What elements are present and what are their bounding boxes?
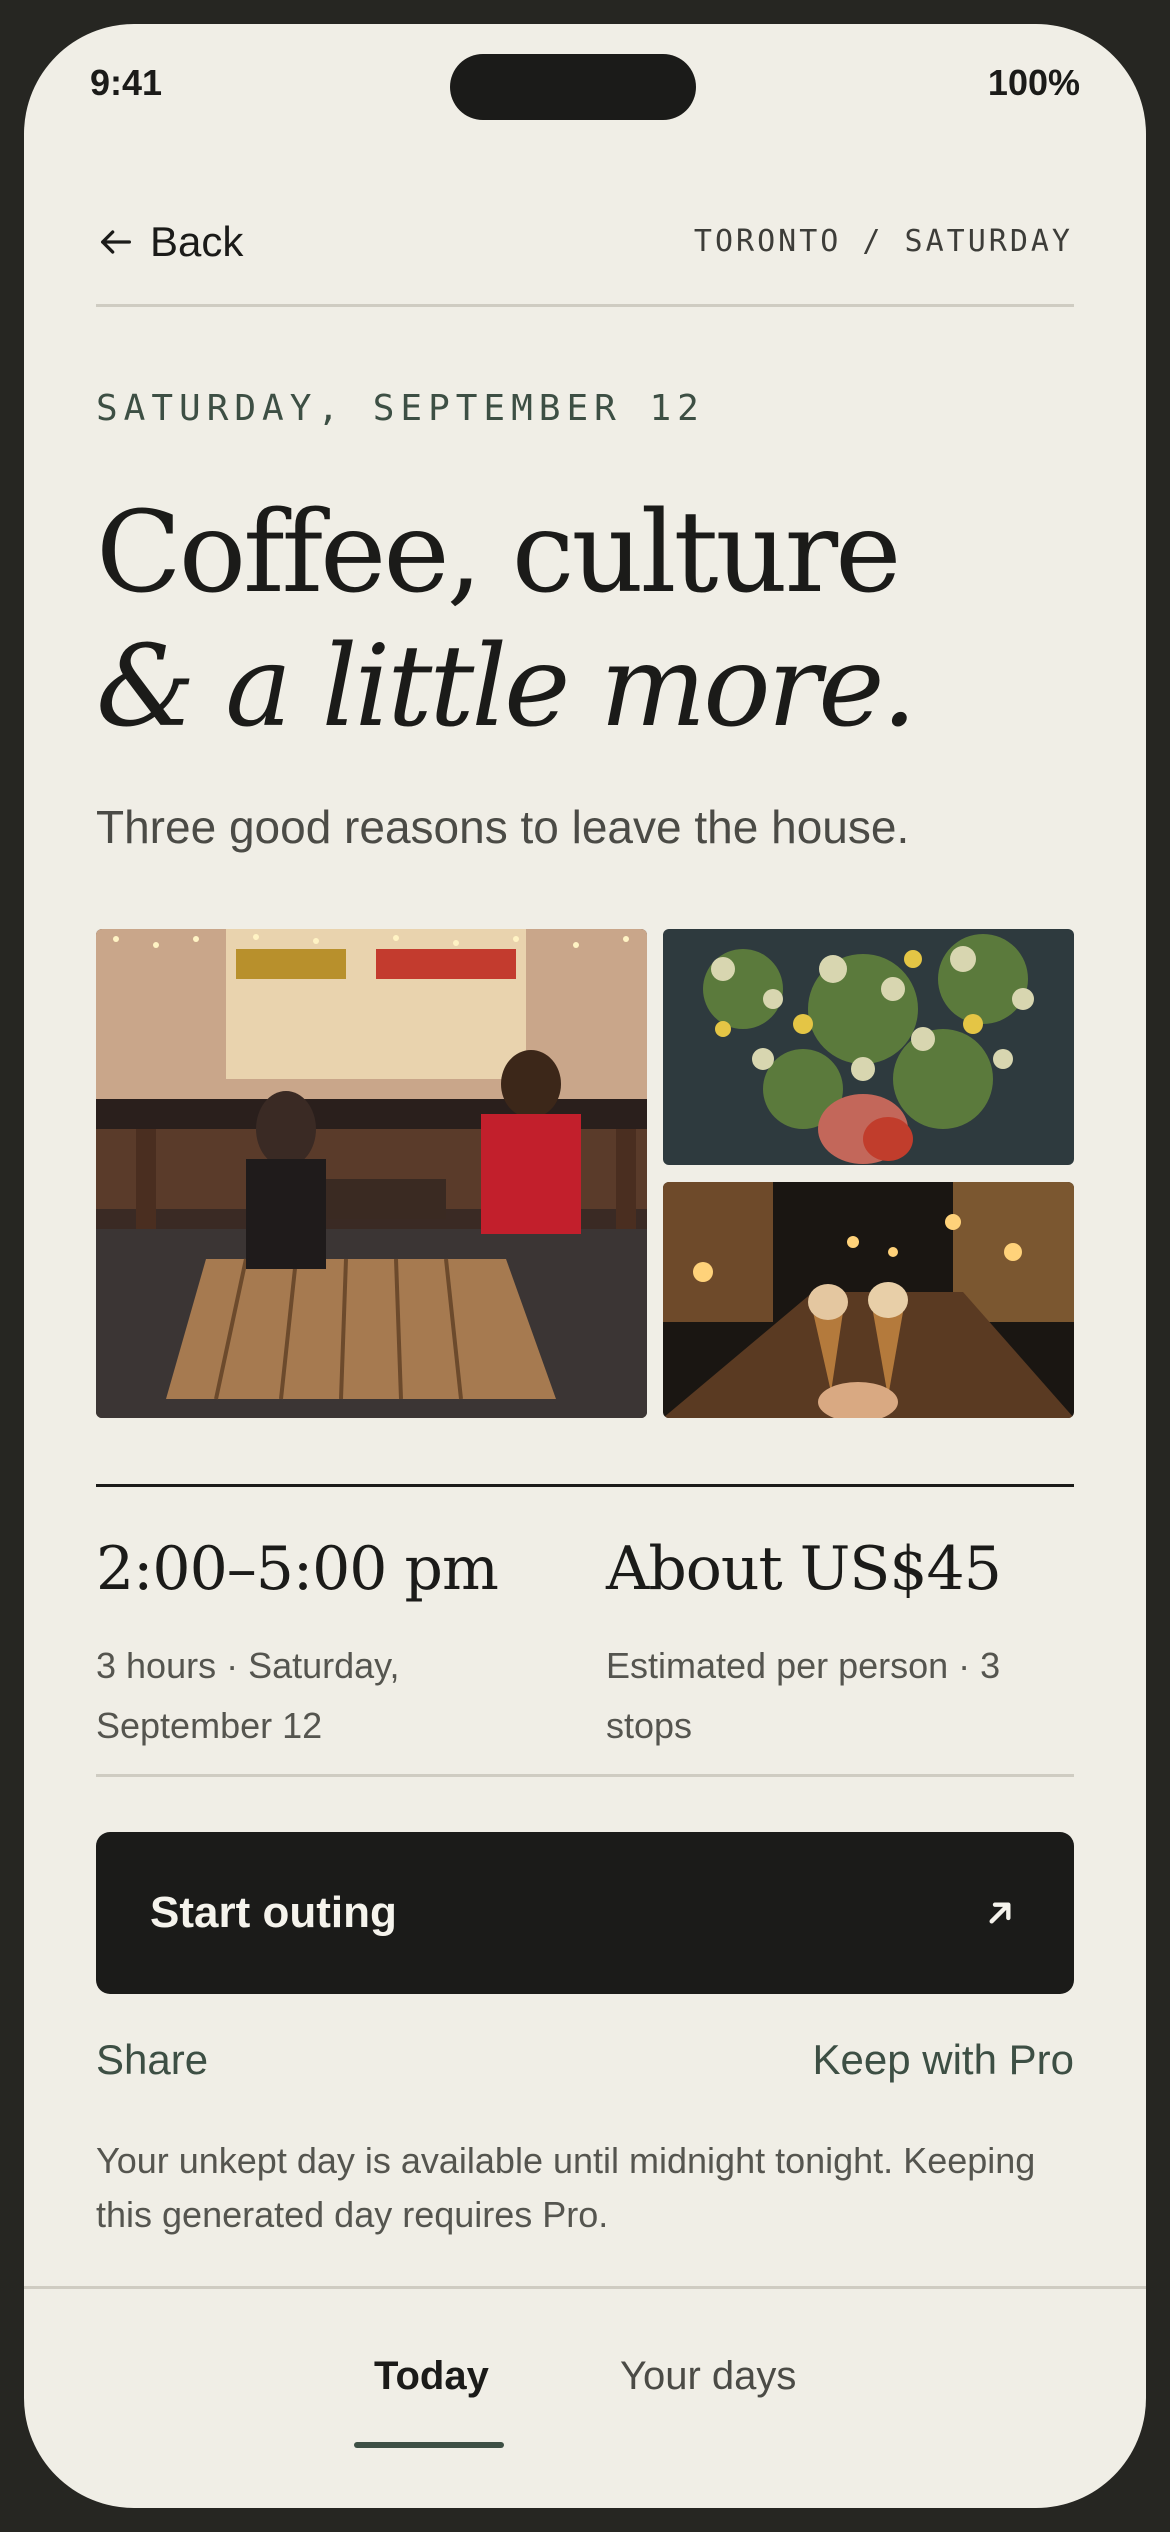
pro-note: Your unkept day is available until midni…: [96, 2140, 1036, 2235]
start-outing-label: Start outing: [150, 1888, 397, 1937]
floral-painting-photo: [663, 929, 1074, 1165]
arrow-up-right-icon: [989, 1902, 1011, 1924]
cost-heading: About US$45: [606, 1534, 1002, 1604]
ice-cream-street-photo: [663, 1182, 1074, 1418]
share-button[interactable]: Share: [96, 2036, 208, 2084]
cafe-patio-photo: [96, 929, 647, 1418]
header-divider: [96, 304, 1074, 307]
time-detail: 3 hours · Saturday, September 12: [96, 1645, 400, 1746]
tab-selected-indicator: [354, 2442, 504, 2448]
title-line-2: & a little more.: [96, 622, 917, 752]
title-line-1: Coffee, culture: [96, 488, 901, 618]
dynamic-island: [450, 54, 696, 120]
arrow-left-icon: [101, 230, 131, 254]
keep-with-pro-button[interactable]: Keep with Pro: [813, 2036, 1074, 2084]
back-label: Back: [150, 218, 244, 265]
status-time: 9:41: [90, 62, 163, 103]
cost-detail: Estimated per person · 3 stops: [606, 1645, 1001, 1746]
status-battery: 100%: [987, 62, 1080, 103]
page-title: Coffee, culture & a little more.: [96, 486, 1096, 754]
back-button[interactable]: Back: [96, 218, 243, 266]
tab-bar-divider: [24, 2286, 1146, 2289]
tab-today[interactable]: Today: [374, 2354, 489, 2399]
breadcrumb: TORONTO / SATURDAY: [693, 224, 1073, 259]
outing-date: SATURDAY, SEPTEMBER 12: [96, 388, 705, 429]
time-heading: 2:00–5:00 pm: [96, 1534, 499, 1604]
phone-screen: 9:41 100% Back TORONTO / SATURDAY SATURD…: [24, 24, 1146, 2508]
info-divider: [96, 1484, 1074, 1487]
tab-your-days[interactable]: Your days: [620, 2354, 796, 2399]
start-outing-button[interactable]: Start outing: [96, 1832, 1074, 1994]
info-bottom-divider: [96, 1774, 1074, 1777]
page-subtitle: Three good reasons to leave the house.: [96, 801, 910, 853]
